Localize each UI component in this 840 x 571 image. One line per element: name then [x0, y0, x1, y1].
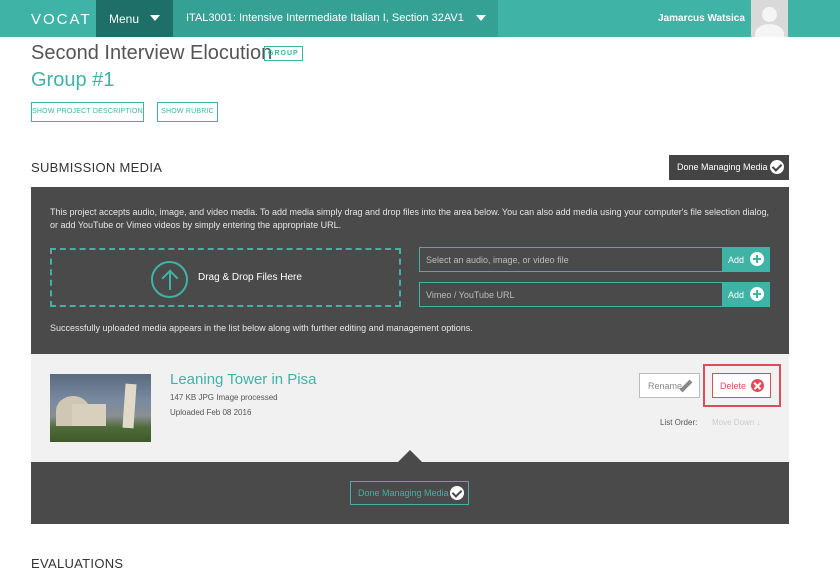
- vocat-logo[interactable]: VOCAT: [31, 11, 92, 28]
- move-down-button[interactable]: Move Down ↓: [712, 418, 760, 427]
- plus-icon: [750, 252, 764, 266]
- check-icon: [770, 160, 784, 174]
- user-name[interactable]: Jamarcus Watsica: [658, 13, 745, 24]
- menu-button[interactable]: Menu: [96, 0, 173, 37]
- top-nav-bar: VOCAT Menu ITAL3001: Intensive Intermedi…: [0, 0, 840, 37]
- file-select-field[interactable]: Select an audio, image, or video file Ad…: [419, 247, 770, 272]
- done-managing-media-button[interactable]: Done Managing Media: [669, 155, 789, 180]
- evaluations-heading: EVALUATIONS: [31, 556, 124, 571]
- page-title: Second Interview Elocution: [31, 42, 273, 64]
- file-select-placeholder: Select an audio, image, or video file: [426, 255, 569, 265]
- thumbnail-tower: [122, 383, 137, 429]
- add-file-label: Add: [728, 255, 745, 265]
- submission-media-heading: SUBMISSION MEDIA: [31, 160, 163, 175]
- show-rubric-button[interactable]: SHOW RUBRIC: [157, 102, 218, 122]
- delete-label: Delete: [720, 381, 747, 391]
- done-managing-media-bottom-button[interactable]: Done Managing Media: [350, 481, 469, 505]
- course-selector[interactable]: ITAL3001: Intensive Intermediate Italian…: [173, 0, 498, 37]
- add-url-label: Add: [728, 290, 745, 300]
- avatar-head: [762, 7, 777, 22]
- upload-arrow-shaft: [169, 271, 171, 290]
- plus-icon: [750, 287, 764, 301]
- media-title[interactable]: Leaning Tower in Pisa: [170, 371, 316, 388]
- close-icon: [751, 379, 764, 392]
- upload-arrow-icon: [151, 261, 188, 298]
- add-file-button[interactable]: Add: [722, 248, 769, 271]
- video-url-input[interactable]: Vimeo / YouTube URL Add: [419, 282, 770, 307]
- done-managing-media-label: Done Managing Media: [358, 488, 449, 498]
- list-order-label: List Order:: [660, 418, 698, 427]
- media-uploader-panel: This project accepts audio, image, and v…: [31, 187, 789, 366]
- panel-notch: [398, 450, 422, 462]
- media-item: Leaning Tower in Pisa 147 KB JPG Image p…: [31, 354, 789, 462]
- course-label: ITAL3001: Intensive Intermediate Italian…: [186, 12, 464, 24]
- rename-button[interactable]: Rename: [639, 373, 700, 398]
- thumbnail-building: [72, 404, 106, 426]
- drop-zone[interactable]: Drag & Drop Files Here: [50, 248, 401, 307]
- avatar-body: [755, 24, 784, 37]
- group-title: Group #1: [31, 69, 115, 91]
- caret-down-icon: [476, 15, 486, 21]
- show-project-description-button[interactable]: SHOW PROJECT DESCRIPTION: [31, 102, 144, 122]
- uploader-intro-text: This project accepts audio, image, and v…: [50, 207, 769, 230]
- done-managing-media-label: Done Managing Media: [677, 162, 768, 172]
- drop-zone-label: Drag & Drop Files Here: [198, 272, 302, 283]
- delete-button[interactable]: Delete: [712, 373, 771, 398]
- upload-success-text: Successfully uploaded media appears in t…: [50, 323, 473, 333]
- media-footer-panel: Done Managing Media: [31, 450, 789, 524]
- media-upload-date: Uploaded Feb 08 2016: [170, 408, 252, 417]
- rename-label: Rename: [648, 381, 683, 391]
- caret-down-icon: [150, 15, 160, 21]
- avatar-icon[interactable]: [751, 0, 788, 37]
- media-meta: 147 KB JPG Image processed: [170, 393, 278, 402]
- check-icon: [450, 486, 464, 500]
- add-url-button[interactable]: Add: [722, 283, 769, 306]
- media-thumbnail[interactable]: [50, 374, 151, 442]
- group-badge: GROUP: [264, 46, 303, 61]
- video-url-placeholder: Vimeo / YouTube URL: [426, 290, 515, 300]
- menu-label: Menu: [109, 12, 140, 26]
